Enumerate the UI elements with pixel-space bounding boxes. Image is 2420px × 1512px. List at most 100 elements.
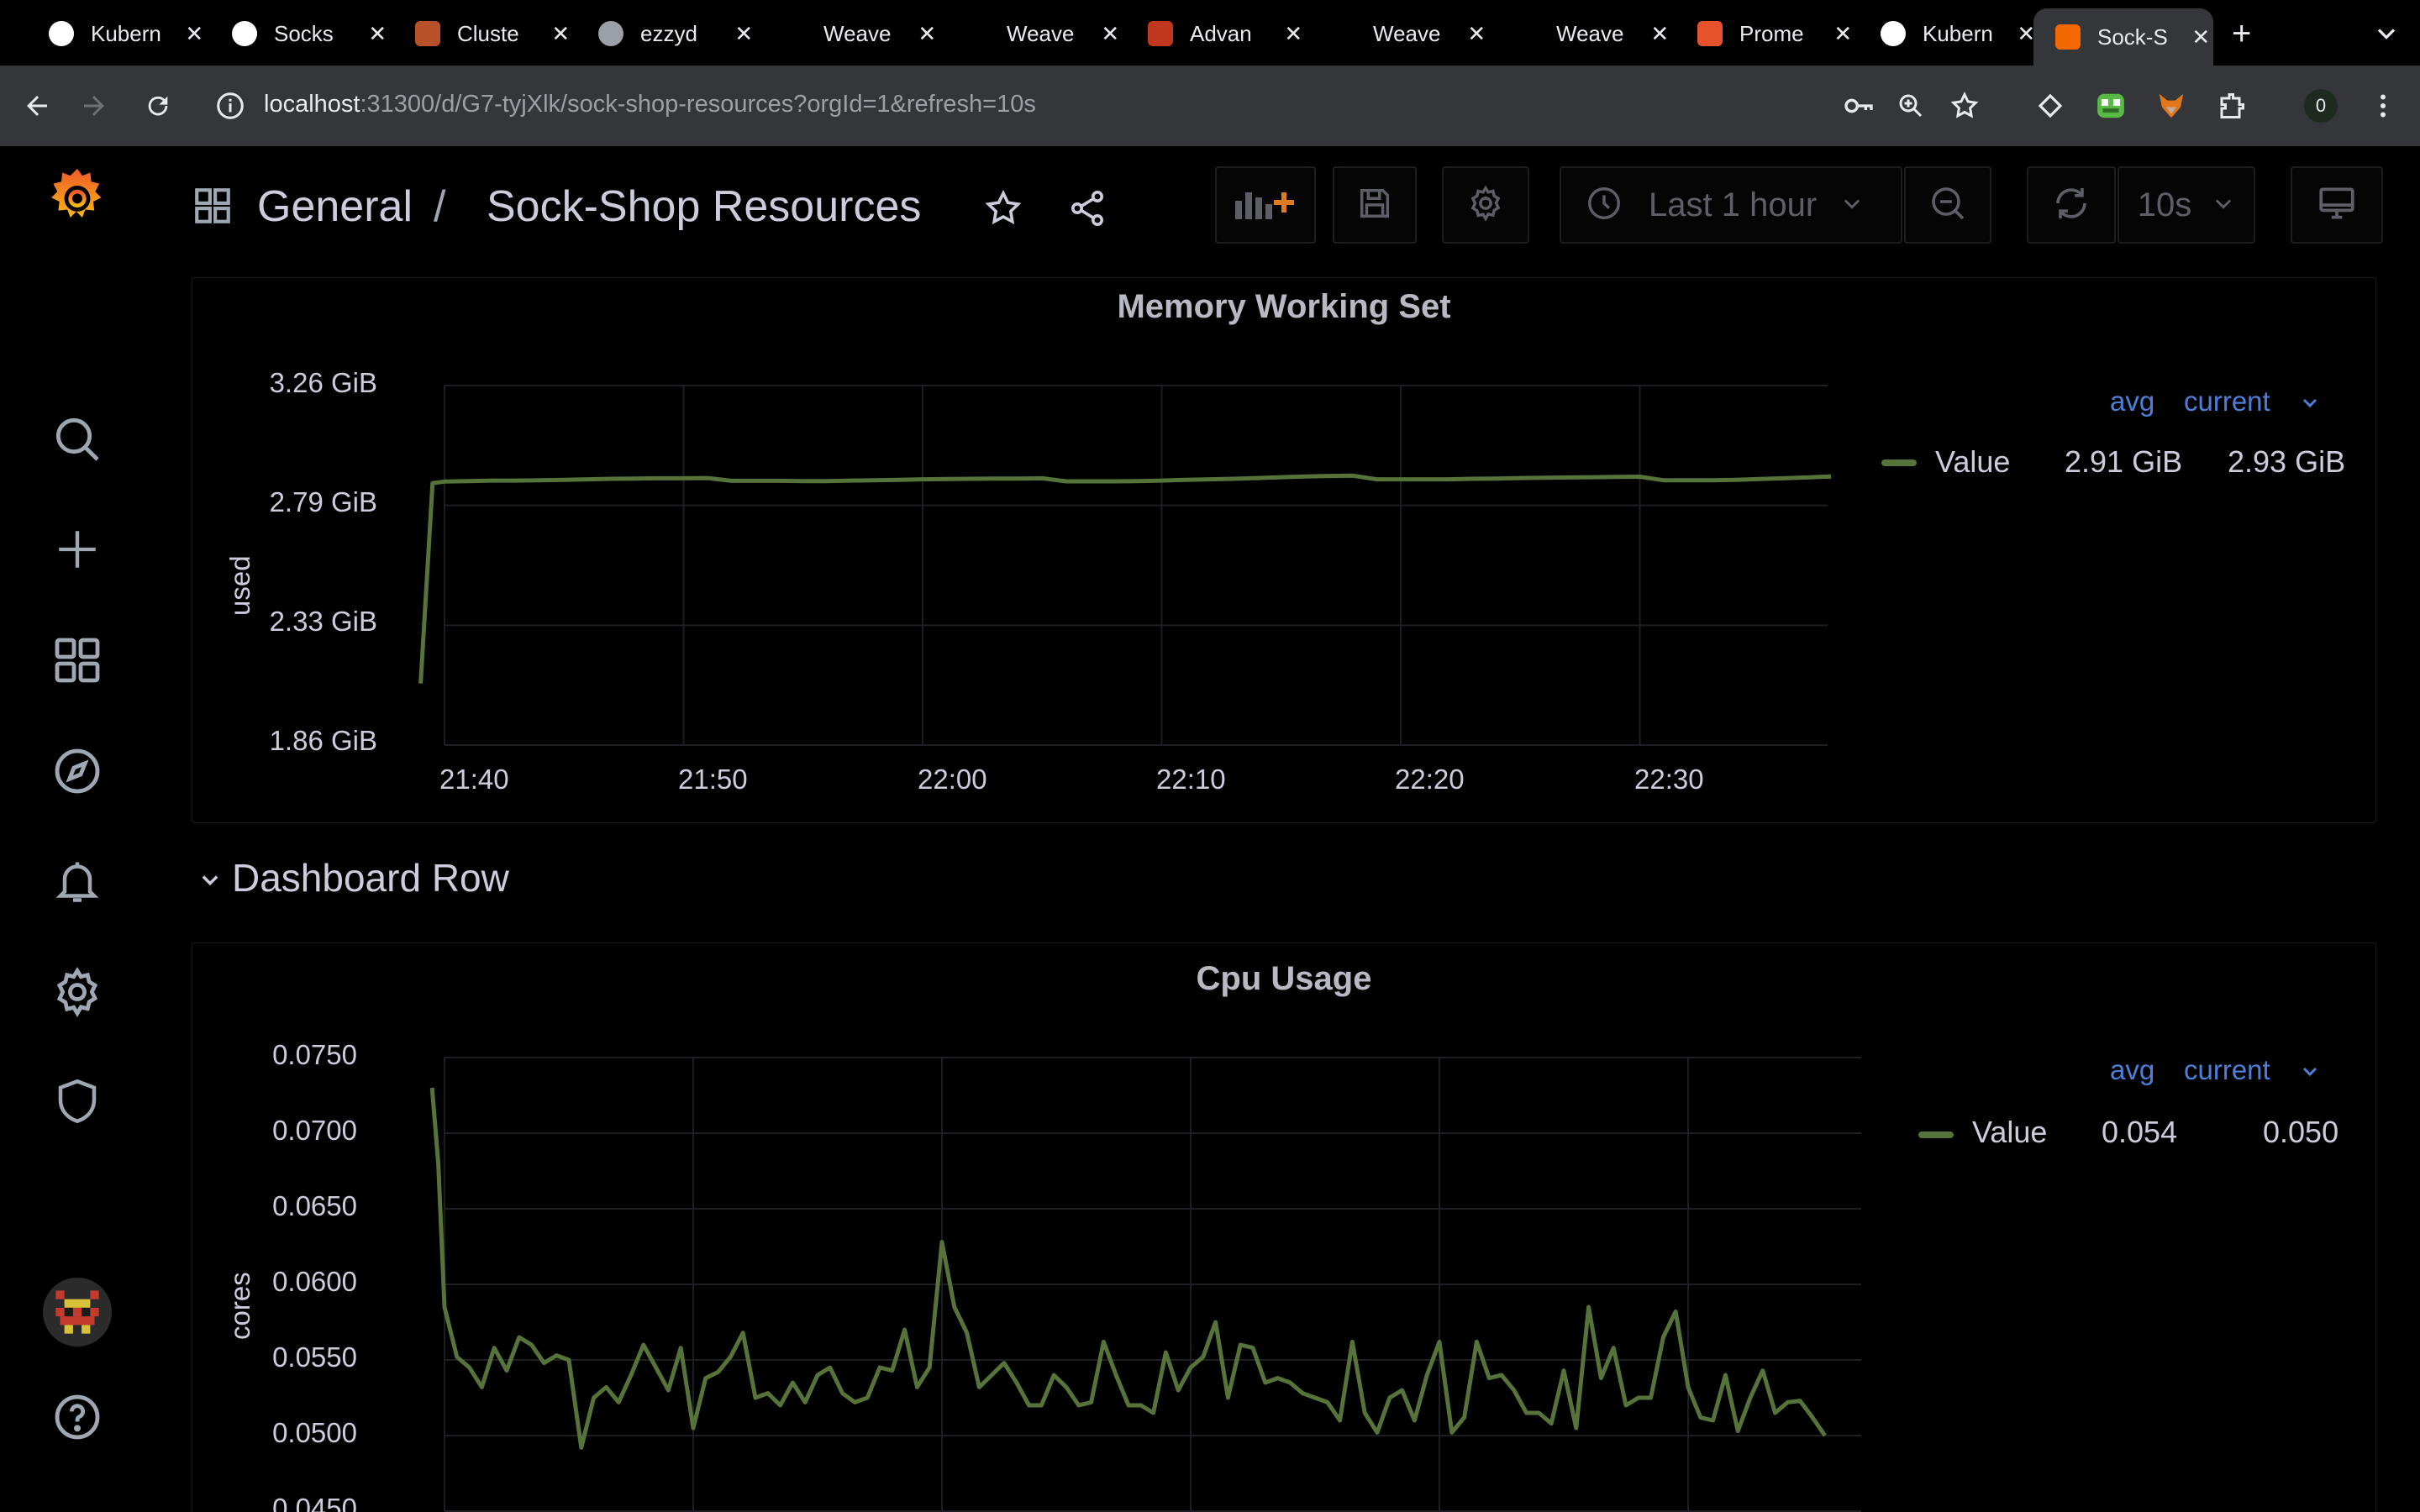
dashboard-title[interactable]: Sock-Shop Resources	[487, 181, 921, 232]
cycle-view-mode-button[interactable]	[2291, 166, 2383, 244]
grafana-cluster-icon	[415, 21, 440, 46]
browser-tab-title: Socks	[274, 20, 334, 46]
row-title: Dashboard Row	[232, 856, 509, 900]
browser-tab[interactable]: Kubern ✕	[1859, 12, 2039, 55]
chevron-down-icon[interactable]	[2300, 392, 2320, 417]
close-tab-icon[interactable]: ✕	[1647, 21, 1672, 47]
series-line	[418, 473, 1832, 684]
close-tab-icon[interactable]: ✕	[1281, 21, 1306, 47]
alerting-bell-icon[interactable]	[46, 850, 108, 912]
blank-icon	[965, 21, 990, 46]
search-icon[interactable]	[46, 408, 108, 470]
browser-tab[interactable]: Kubern ✕	[27, 12, 207, 55]
back-icon[interactable]	[17, 86, 57, 126]
monitor-icon	[2316, 182, 2358, 228]
url-host: localhost	[264, 91, 360, 118]
browser-tab[interactable]: Advan ✕	[1126, 12, 1306, 55]
grafana-sidemenu	[0, 146, 156, 1512]
blank-icon	[1514, 21, 1539, 46]
browser-tab-bar: Kubern ✕ Socks ✕ Cluste ✕ ezzyd ✕ Weave ✕ Weave ✕ Ad…	[0, 0, 2420, 66]
browser-tab-title: Weave	[1007, 20, 1075, 46]
dashboard-settings-button[interactable]	[1442, 166, 1529, 244]
server-admin-shield-icon[interactable]	[46, 1070, 108, 1132]
extension-fox-icon[interactable]	[2151, 86, 2191, 126]
user-avatar-icon[interactable]	[42, 1277, 113, 1347]
browser-tab[interactable]: Weave ✕	[760, 12, 939, 55]
grafana-logo-icon[interactable]	[44, 163, 111, 230]
new-tab-button[interactable]: +	[2232, 12, 2251, 55]
browser-tab[interactable]: ezzyd ✕	[576, 12, 756, 55]
dashboard-row-header[interactable]: Dashboard Row	[198, 855, 509, 900]
help-icon[interactable]	[46, 1386, 108, 1448]
time-range-label: Last 1 hour	[1649, 186, 1818, 223]
reload-icon[interactable]	[138, 86, 178, 126]
dashboard-header: General / Sock-Shop Resources Last 1 hou…	[156, 146, 2420, 272]
series-color-swatch	[1881, 459, 1917, 466]
save-dashboard-button[interactable]	[1333, 166, 1417, 244]
create-plus-icon[interactable]	[46, 518, 108, 580]
close-tab-icon[interactable]: ✕	[914, 21, 939, 47]
legend-current-header[interactable]: current	[2184, 1054, 2270, 1086]
browser-tab-title: Weave	[1373, 20, 1441, 46]
chevron-down-icon	[198, 855, 222, 900]
star-favorite-icon[interactable]	[983, 188, 1023, 233]
openai-icon	[49, 21, 74, 46]
browser-tab[interactable]: Cluste ✕	[393, 12, 573, 55]
browser-menu-icon[interactable]	[2363, 86, 2403, 126]
profile-badge: 0	[2304, 89, 2338, 123]
extension-frog-icon[interactable]	[2091, 86, 2131, 126]
refresh-dashboard-button[interactable]	[2027, 166, 2116, 244]
clock-icon	[1585, 184, 1623, 227]
memory-working-set-panel[interactable]: Memory Working Set 3.26 GiB 2.79 GiB 2.3…	[192, 277, 2376, 823]
tab-search-chevron-icon[interactable]	[2371, 18, 2402, 49]
legend-avg-header[interactable]: avg	[2110, 1054, 2154, 1086]
blank-icon	[781, 21, 807, 46]
close-tab-icon[interactable]: ✕	[1464, 21, 1489, 47]
browser-tab-title: Weave	[823, 20, 892, 46]
close-tab-icon[interactable]: ✕	[548, 21, 573, 47]
close-tab-icon[interactable]: ✕	[2188, 24, 2213, 50]
forward-icon[interactable]	[74, 86, 114, 126]
legend-current-header[interactable]: current	[2184, 386, 2270, 417]
profile-avatar-icon[interactable]: 0	[2301, 86, 2341, 126]
legend-avg-header[interactable]: avg	[2110, 386, 2154, 417]
close-tab-icon[interactable]: ✕	[731, 21, 756, 47]
close-tab-icon[interactable]: ✕	[365, 21, 390, 47]
extensions-puzzle-icon[interactable]	[2212, 86, 2252, 126]
chevron-down-icon[interactable]	[2300, 1061, 2320, 1085]
browser-tab[interactable]: Weave ✕	[943, 12, 1123, 55]
add-panel-button[interactable]	[1215, 166, 1316, 244]
close-tab-icon[interactable]: ✕	[182, 21, 207, 47]
bookmark-star-icon[interactable]	[1944, 86, 1985, 126]
refresh-interval-picker[interactable]: 10s	[2118, 166, 2255, 244]
browser-tab[interactable]: Socks ✕	[210, 12, 390, 55]
browser-tab[interactable]: Prome ✕	[1676, 12, 1855, 55]
browser-tab[interactable]: Weave ✕	[1492, 12, 1672, 55]
explore-compass-icon[interactable]	[46, 740, 108, 802]
browser-tab[interactable]: Weave ✕	[1309, 12, 1489, 55]
extension-diamond-icon[interactable]	[2030, 86, 2070, 126]
browser-tab-title: Advan	[1190, 20, 1252, 46]
share-icon[interactable]	[1067, 188, 1107, 233]
url-text[interactable]: localhost:31300/d/G7-tyjXlk/sock-shop-re…	[264, 91, 1036, 118]
legend-avg-value: 2.91 GiB	[2065, 444, 2183, 479]
browser-tab[interactable]: Sock-S ✕	[2033, 8, 2213, 66]
configuration-gear-icon[interactable]	[46, 961, 108, 1023]
zoom-out-icon	[1928, 183, 1968, 228]
close-tab-icon[interactable]: ✕	[1830, 21, 1855, 47]
close-tab-icon[interactable]: ✕	[1097, 21, 1123, 47]
password-key-icon[interactable]	[1839, 86, 1879, 126]
site-info-icon[interactable]	[215, 91, 245, 121]
settings-gear-icon	[1466, 184, 1505, 227]
time-range-picker[interactable]: Last 1 hour	[1560, 166, 1902, 244]
cpu-usage-panel[interactable]: Cpu Usage 0.0750 0.0700 0.0650 0.0600 0.…	[192, 942, 2376, 1512]
cpu-plot-area[interactable]	[192, 943, 2377, 1512]
memory-plot-area[interactable]	[192, 278, 2377, 824]
breadcrumb-folder[interactable]: General	[257, 181, 413, 232]
browser-tab-title: Sock-S	[2097, 24, 2168, 50]
browser-tab-title: ezzyd	[640, 20, 697, 46]
address-bar[interactable]: localhost:31300/d/G7-tyjXlk/sock-shop-re…	[202, 76, 1983, 136]
zoom-icon[interactable]	[1891, 86, 1931, 126]
zoom-out-time-button[interactable]	[1904, 166, 1991, 244]
dashboards-icon[interactable]	[46, 629, 108, 691]
